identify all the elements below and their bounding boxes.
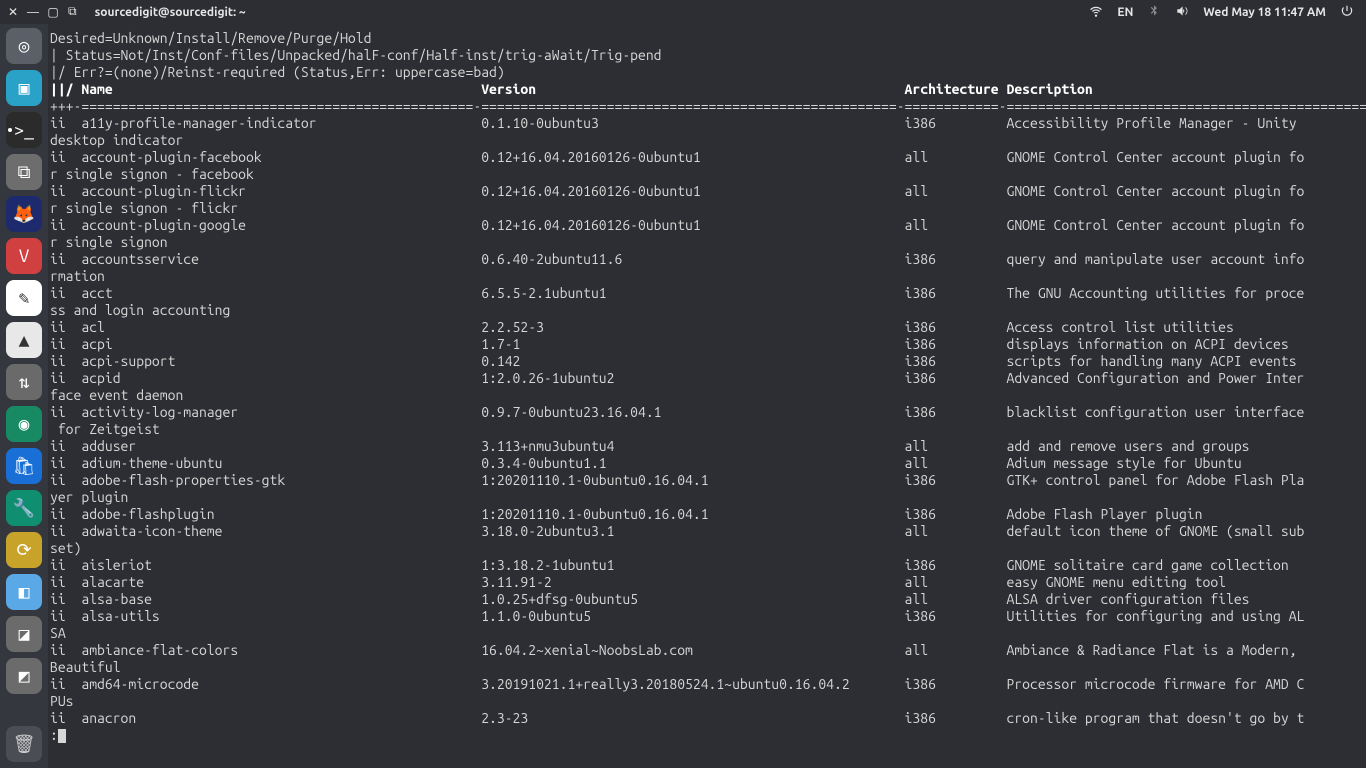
screenshot-icon[interactable]: ◉: [6, 406, 42, 442]
wifi-icon[interactable]: [1089, 4, 1103, 21]
terminal-output[interactable]: Desired=Unknown/Install/Remove/Purge/Hol…: [48, 24, 1366, 768]
terminal-title-icon: ⧉: [68, 5, 77, 19]
vivaldi-icon[interactable]: V: [6, 238, 42, 274]
top-panel: ✕ — ▢ ⧉ sourcedigit@sourcedigit: ~ EN We…: [0, 0, 1366, 24]
power-icon[interactable]: [1340, 4, 1354, 21]
clock[interactable]: Wed May 18 11:47 AM: [1203, 6, 1326, 19]
app-icon-2[interactable]: ◪: [6, 616, 42, 652]
app-icon-3[interactable]: ◩: [6, 658, 42, 694]
window-close-icon[interactable]: ✕: [8, 7, 18, 17]
transmission-icon[interactable]: ⇅: [6, 364, 42, 400]
software-icon[interactable]: 🛍: [6, 448, 42, 484]
trash-icon[interactable]: 🗑: [6, 726, 42, 762]
launcher-dock: ◎ ▣ >_ ⧉ 🦊 V ✎ ▲ ⇅ ◉ 🛍 🔧 ⟳ ◧ ◪ ◩ 🗑: [0, 24, 48, 768]
keyboard-lang[interactable]: EN: [1117, 6, 1133, 19]
archive-icon[interactable]: ⧉: [6, 154, 42, 190]
window-maximize-icon[interactable]: ▢: [48, 7, 58, 17]
settings-icon[interactable]: 🔧: [6, 490, 42, 526]
terminal-cursor: [58, 729, 66, 743]
files-icon[interactable]: ▣: [6, 70, 42, 106]
ubuntu-logo-icon[interactable]: ◎: [6, 28, 42, 64]
window-minimize-icon[interactable]: —: [28, 7, 38, 17]
bluetooth-icon[interactable]: [1147, 4, 1161, 21]
window-title: sourcedigit@sourcedigit: ~: [95, 6, 246, 19]
firefox-icon[interactable]: 🦊: [6, 196, 42, 232]
text-editor-icon[interactable]: ✎: [6, 280, 42, 316]
app-icon-1[interactable]: ◧: [6, 574, 42, 610]
volume-icon[interactable]: [1175, 4, 1189, 21]
vlc-icon[interactable]: ▲: [6, 322, 42, 358]
terminal-icon[interactable]: >_: [6, 112, 42, 148]
sync-icon[interactable]: ⟳: [6, 532, 42, 568]
